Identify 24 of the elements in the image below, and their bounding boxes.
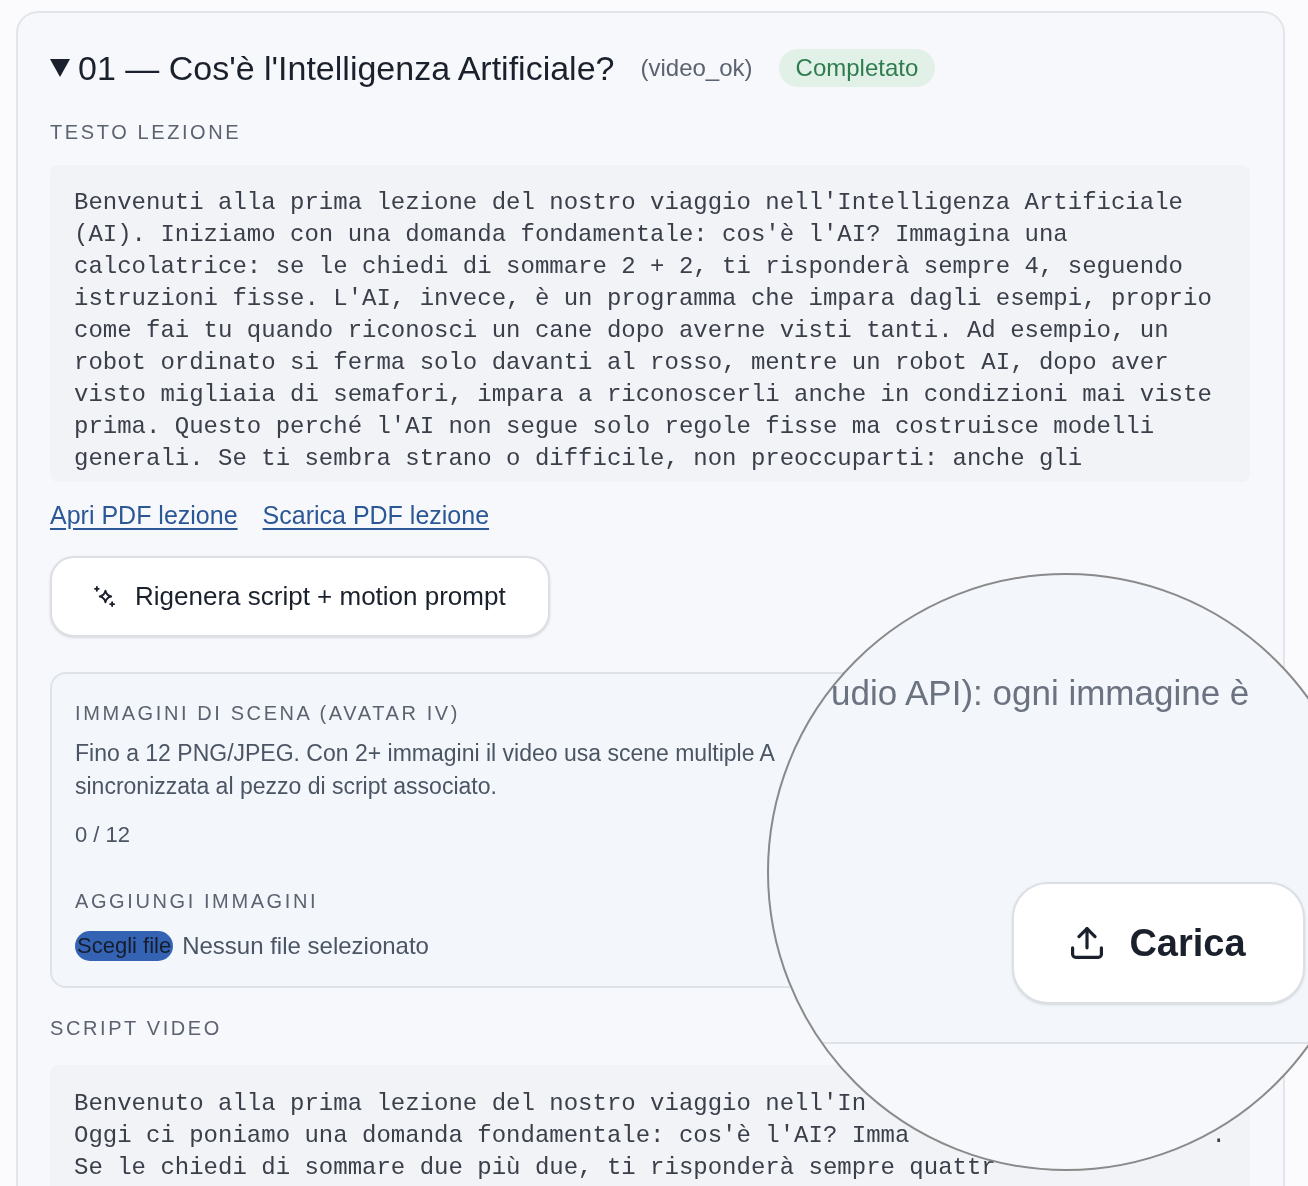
disclosure-triangle-icon[interactable] [50,59,70,77]
lesson-title: 01 — Cos'è l'Intelligenza Artificiale? [78,48,615,88]
upload-icon [1071,927,1104,959]
script-text-line: Benvenuto alla prima lezione del nostro viaggio nell'In [74,1089,867,1119]
section-label: SCRIPT VIDEO [50,1016,222,1040]
section-label: TESTO LEZIONE [50,120,242,144]
sparkle-icon [94,586,115,607]
script-text-line: Se le chiedi di sommare due più due, ti risponderà sempre quattr [74,1153,996,1183]
upload-button[interactable]: Carica [1012,882,1305,1004]
status-code: (video_ok) [640,53,753,83]
status-badge: Completato [778,49,936,87]
script-text-line: Oggi ci poniamo una domanda fondamentale: cos'è l'AI? Imma [74,1121,910,1151]
regenerate-button[interactable]: Rigenera script + motion prompt [50,556,550,637]
description-text: Fino a 12 PNG/JPEG. Con 2+ immagini il video usa scene multiple A [75,739,775,768]
pdf-link[interactable]: Scarica PDF lezione [262,499,490,531]
field-label: AGGIUNGI IMMAGINI [75,889,319,913]
description-text: sincronizzata al pezzo di script associato. [75,772,497,801]
magnified-description: udio API): ogni immagine è [831,674,1250,712]
image-counter: 0 / 12 [75,821,131,849]
lesson-text: Benvenuti alla prima lezione del nostro viaggio nell'Intelligenza Artificiale (AI). Iniziamo con una domanda fondamentale: cos'è l'AI? Immagina una calcolatrice: se le chiedi di sommare 2 + 2, ti risponderà sempre 4, seguendo istruzioni fisse. L'AI, invece, è un programma che impara dagli esempi, proprio come fai tu quando riconosci un cane dopo averne visti tanti. Ad esempio, un robot ordinato si ferma solo davanti al rosso, mentre un robot AI, dopo aver visto migliaia di semafori, impara a riconoscerli anche in condizioni mai viste prima. Questo perché l'AI non segue solo regole fisse ma costruisce modelli generali. Se ti sembra strano o difficile, non preoccuparti: anche gli [74,188,1213,474]
pdf-link[interactable]: Apri PDF lezione [50,499,238,531]
script-text-fragment: . [1211,1121,1226,1151]
card-title: IMMAGINI DI SCENA (AVATAR IV) [75,701,461,725]
file-status: Nessun file selezionato [182,931,429,961]
